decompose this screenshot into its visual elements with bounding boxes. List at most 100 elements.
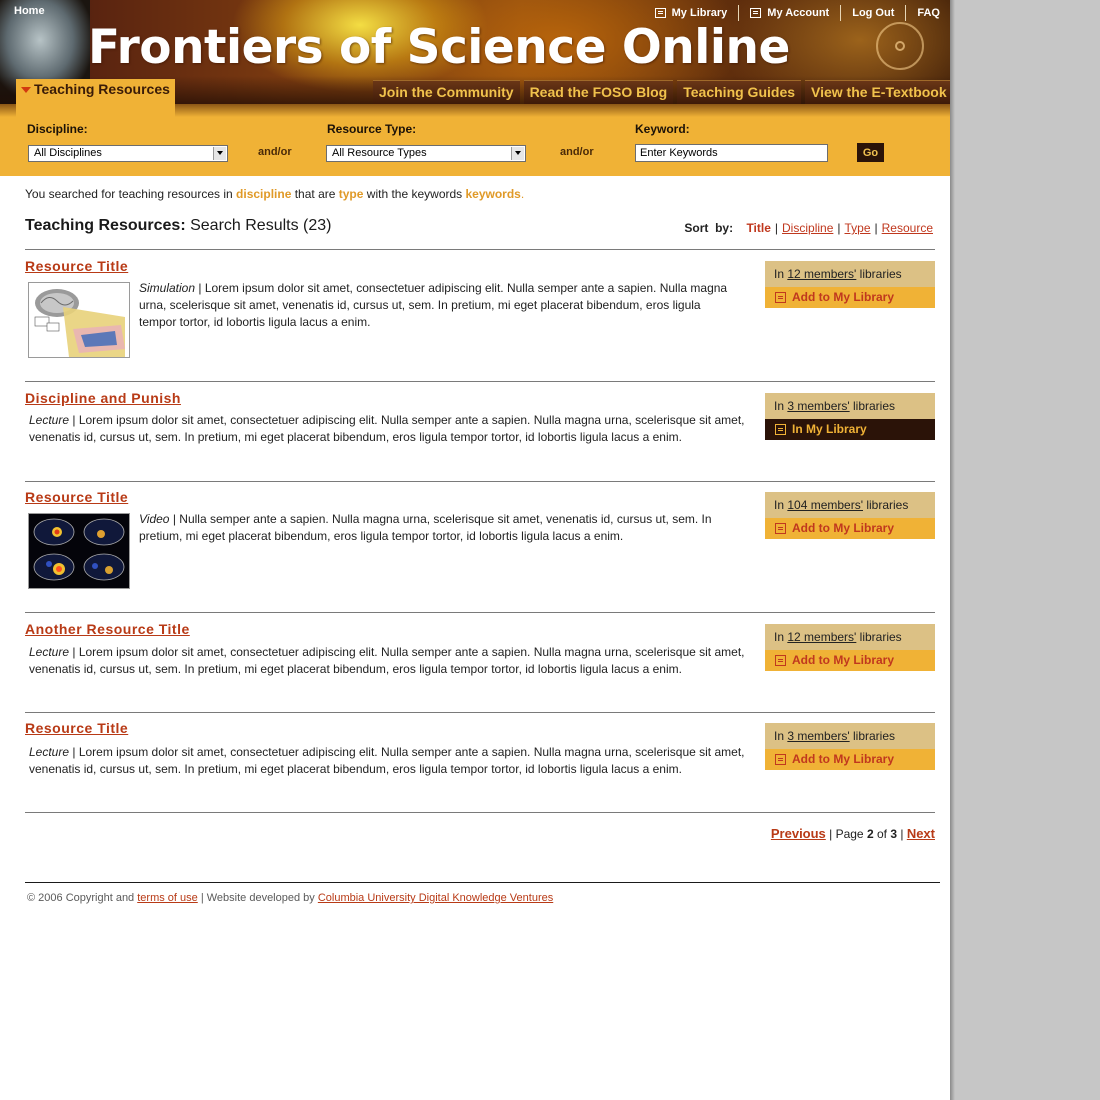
add-to-library-button[interactable]: Add to My Library	[765, 749, 935, 770]
library-box: In 12 members' libraries Add to My Libra…	[765, 261, 935, 309]
my-library-label: My Library	[671, 7, 728, 19]
sort-by-title[interactable]: Title	[746, 221, 770, 235]
andor-label: and/or	[258, 146, 292, 158]
developer-link[interactable]: Columbia University Digital Knowledge Ve…	[318, 892, 553, 904]
result-title-link[interactable]: Resource Title	[25, 489, 128, 505]
divider	[25, 612, 935, 613]
result-title-link[interactable]: Discipline and Punish	[25, 390, 181, 406]
sort-by-resource[interactable]: Resource	[882, 221, 933, 235]
summary-text: that are	[291, 187, 339, 201]
divider	[25, 381, 935, 382]
resource-type-select-value: All Resource Types	[332, 147, 427, 159]
divider: |	[837, 221, 841, 235]
my-library-link[interactable]: My Library	[644, 7, 739, 19]
brain-simulation-thumbnail[interactable]	[28, 282, 130, 358]
discipline-select[interactable]: All Disciplines	[28, 145, 228, 162]
current-page: 2	[866, 827, 874, 841]
previous-page-link[interactable]: Previous	[771, 826, 826, 841]
tab-join-community[interactable]: Join the Community	[373, 80, 520, 104]
nav-tabs: Join the Community Read the FOSO Blog Te…	[373, 80, 950, 104]
library-book-icon	[775, 655, 786, 666]
members-link[interactable]: 3 members'	[787, 399, 849, 413]
divider: |	[874, 221, 878, 235]
resource-type-select[interactable]: All Resource Types	[326, 145, 526, 162]
library-box: In 12 members' libraries Add to My Libra…	[765, 624, 935, 672]
footer-text: | Website developed by	[197, 892, 318, 904]
library-box: In 3 members' libraries In My Library	[765, 393, 935, 441]
next-page-link[interactable]: Next	[907, 826, 935, 841]
add-to-library-label: Add to My Library	[792, 653, 895, 667]
discipline-label: Discipline:	[27, 122, 88, 136]
summary-text: with the keywords	[363, 187, 466, 201]
divider: |	[774, 221, 779, 235]
library-count-text: libraries	[856, 630, 902, 644]
pagination-text: | Page	[825, 827, 867, 841]
library-box: In 3 members' libraries Add to My Librar…	[765, 723, 935, 771]
result-description: Lecture | Lorem ipsum dolor sit amet, co…	[29, 413, 745, 444]
members-link[interactable]: 3 members'	[787, 729, 849, 743]
keyword-input[interactable]	[635, 144, 828, 162]
library-icon	[654, 8, 666, 18]
in-my-library-button[interactable]: In My Library	[765, 419, 935, 440]
pagination: Previous | Page 2 of 3 | Next	[771, 826, 935, 841]
andor-label: and/or	[560, 146, 594, 158]
go-button[interactable]: Go	[857, 143, 884, 162]
library-count-text: libraries	[849, 729, 896, 743]
library-count: In 104 members' libraries	[765, 492, 935, 518]
add-to-library-button[interactable]: Add to My Library	[765, 518, 935, 539]
result-description-text: Nulla semper ante a sapien. Nulla magna …	[139, 512, 712, 543]
library-count-text: In	[774, 630, 788, 644]
library-count-text: libraries	[856, 267, 902, 281]
library-count-text: In	[774, 399, 788, 413]
brain-scans-thumbnail[interactable]	[28, 513, 130, 589]
tab-teaching-guides[interactable]: Teaching Guides	[677, 80, 802, 104]
members-link[interactable]: 104 members'	[787, 498, 863, 512]
my-account-link[interactable]: My Account	[739, 7, 840, 19]
result-title-link[interactable]: Another Resource Title	[25, 621, 190, 637]
library-box: In 104 members' libraries Add to My Libr…	[765, 492, 935, 540]
faq-link[interactable]: FAQ	[906, 7, 940, 19]
tab-foso-blog[interactable]: Read the FOSO Blog	[523, 80, 674, 104]
add-to-library-label: Add to My Library	[792, 521, 895, 535]
home-link[interactable]: Home	[14, 5, 45, 17]
keyword-label: Keyword:	[635, 122, 690, 136]
top-links: My Library My Account Log Out FAQ	[644, 5, 940, 21]
tab-teaching-resources[interactable]: Teaching Resources	[16, 79, 175, 117]
result-title-link[interactable]: Resource Title	[25, 720, 128, 736]
add-to-library-label: Add to My Library	[792, 290, 895, 304]
my-account-label: My Account	[767, 7, 830, 19]
results-heading-label: Teaching Resources:	[25, 217, 186, 234]
add-to-library-button[interactable]: Add to My Library	[765, 650, 935, 671]
summary-text: You searched for teaching resources in	[25, 187, 237, 201]
result-type: Simulation	[139, 281, 196, 295]
add-to-library-button[interactable]: Add to My Library	[765, 287, 935, 308]
library-book-icon	[775, 523, 786, 534]
result-description: Video | Nulla semper ante a sapien. Null…	[139, 512, 712, 543]
copyright-text: © 2006 Copyright and	[27, 892, 138, 904]
sort-controls: Sort by: Title | Discipline | Type | Resource	[684, 221, 933, 235]
library-count-text: In	[774, 729, 788, 743]
tab-e-textbook[interactable]: View the E-Textbook	[805, 80, 950, 104]
sort-label: Sort by:	[684, 221, 734, 235]
result-type: Lecture	[29, 745, 70, 759]
members-link[interactable]: 12 members'	[787, 630, 856, 644]
page: Home Frontiers of Science Online My Libr…	[0, 0, 950, 1100]
result-title-link[interactable]: Resource Title	[25, 258, 128, 274]
members-link[interactable]: 12 members'	[787, 267, 856, 281]
library-count-text: libraries	[863, 498, 909, 512]
library-count: In 3 members' libraries	[765, 723, 935, 749]
sort-by-discipline[interactable]: Discipline	[782, 221, 833, 235]
terms-of-use-link[interactable]: terms of use	[137, 892, 198, 904]
divider	[25, 812, 935, 813]
result-item: Resource Title Simulation | Lorem ipsum …	[25, 258, 935, 358]
result-type: Lecture	[29, 413, 70, 427]
summary-type: type	[338, 187, 364, 201]
sort-by-type[interactable]: Type	[845, 221, 871, 235]
header-gear-graphic	[876, 22, 924, 70]
result-description: Lecture | Lorem ipsum dolor sit amet, co…	[29, 645, 745, 676]
total-pages: 3	[890, 827, 898, 841]
summary-keywords: keywords	[465, 187, 521, 201]
in-my-library-label: In My Library	[792, 422, 867, 436]
log-out-link[interactable]: Log Out	[841, 7, 905, 19]
result-description-text: Lorem ipsum dolor sit amet, consectetuer…	[139, 281, 728, 329]
